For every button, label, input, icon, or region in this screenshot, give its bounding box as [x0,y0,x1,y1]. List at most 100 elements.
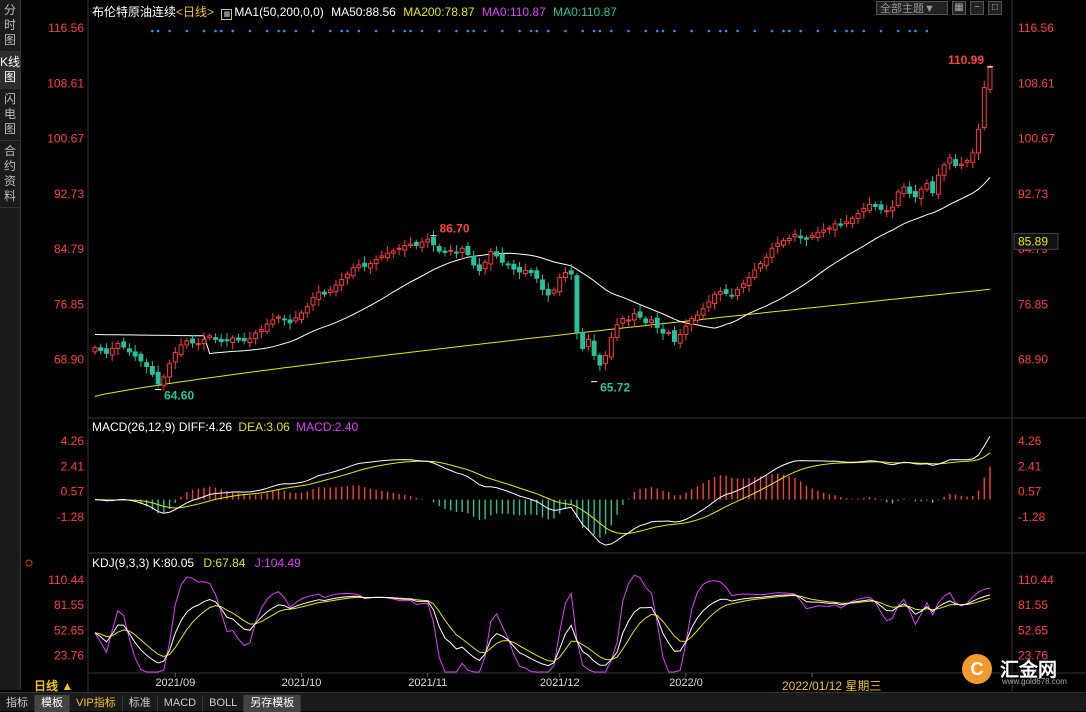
candle-body [224,339,230,342]
event-dot [592,29,596,33]
event-dot [374,29,378,33]
event-dot [294,29,298,33]
candle-body [786,238,792,242]
kdj-d: D:67.84 [203,556,246,570]
event-dot [483,29,487,33]
candle-body [344,273,350,279]
candle-body [339,279,345,286]
tab-vip-indicator[interactable]: VIP指标 [70,695,123,712]
candle-body [631,313,637,321]
kdj-y-tick-left: 81.55 [54,598,84,612]
tab-indicator[interactable]: 指标 [0,695,35,712]
candle-body [431,236,436,246]
candle-body [987,66,993,90]
candle-body [253,332,259,340]
candle-body [540,279,545,290]
candle-body [706,301,712,308]
candle-body [367,263,373,269]
event-dot [736,29,739,33]
candle-body [781,240,786,246]
candle-body [947,157,953,164]
kdj-y-tick-left: 52.65 [54,623,84,637]
candle-body [689,318,695,325]
candle-body [775,242,781,248]
candle-body [190,338,195,344]
tab-standard[interactable]: 标准 [123,695,158,712]
event-dot [328,29,332,33]
candle-body [362,262,368,267]
event-dot [156,29,160,33]
ma0-label-a: MA0:110.87 [481,5,546,19]
candle-body [872,203,878,208]
candle-body [626,319,632,322]
kdj-k: K:80.05 [152,556,195,570]
candle-body [408,243,413,246]
ma0-label-b: MA0:110.87 [553,5,617,19]
candle-body [981,87,987,129]
event-dot [437,29,441,33]
candle-body [591,340,597,356]
candle-body [976,128,981,154]
price-y-tick-right: 68.90 [1018,353,1048,367]
minimize-icon[interactable]: − [970,1,984,15]
x-tick-label: 2021/12 [540,677,580,689]
tab-boll[interactable]: BOLL [203,695,245,712]
price-y-tick-right: 92.73 [1018,187,1048,201]
price-y-tick-left: 76.85 [54,297,84,311]
theme-select[interactable]: 全部主题▼ [876,1,948,15]
candle-body [620,318,626,324]
macd-params: MACD(26,12,9) [92,420,176,434]
event-dot [914,29,917,33]
candle-body [494,251,500,257]
price-y-tick-right: 116.56 [1018,21,1054,35]
event-dot [277,29,280,33]
event-dot [833,29,837,33]
symbol-name: 布伦特原油连续 [92,5,177,19]
tab-template[interactable]: 模板 [35,695,70,712]
candle-body [109,347,115,356]
ma200-line [94,288,991,397]
kdj-y-tick-left: 110.44 [48,573,84,587]
kdj-header: KDJ(9,3,3) K:80.05 D:67.84 J:104.49 [92,556,301,570]
extreme-label: 110.99 [948,53,984,67]
kdj-params: KDJ(9,3,3) [92,556,150,570]
candle-body [597,354,603,366]
event-dot [420,29,424,33]
event-dot [185,29,189,33]
candle-body [643,318,649,324]
candle-body [453,251,459,254]
event-dot [673,29,676,33]
candle-body [379,255,385,259]
ma50-line [94,177,991,355]
macd-y-tick-left: -1.28 [57,510,85,524]
candle-body [712,293,718,305]
price-chart[interactable]: 116.56 116.56 108.61 108.61 100.67 100.67 92.7… [0,0,1086,692]
candle-body [115,343,121,349]
macd-y-tick-left: 0.57 [61,485,85,499]
candle-body [155,371,161,385]
period-tag: <日线> [176,5,215,19]
grid-icon[interactable]: ▦ [952,1,966,15]
candle-body [683,325,689,336]
tab-save-template[interactable]: 另存模板 [244,695,302,712]
candle-body [884,210,890,213]
tab-macd[interactable]: MACD [158,695,204,712]
candle-body [901,186,907,195]
candle-body [574,275,580,333]
candle-body [436,246,442,252]
candle-body [953,159,959,166]
candle-body [373,258,379,265]
macd-y-tick-left: 4.26 [61,434,85,448]
candle-body [666,331,672,334]
candle-body [867,203,872,211]
candle-body [551,289,557,294]
event-dot [340,29,343,33]
candle-body [763,256,769,266]
candle-body [545,288,551,296]
candle-body [717,290,723,295]
event-dot [455,29,458,33]
candle-body [912,191,918,198]
candle-body [522,270,528,275]
maximize-icon[interactable]: □ [988,1,1002,15]
event-dot [581,29,584,33]
